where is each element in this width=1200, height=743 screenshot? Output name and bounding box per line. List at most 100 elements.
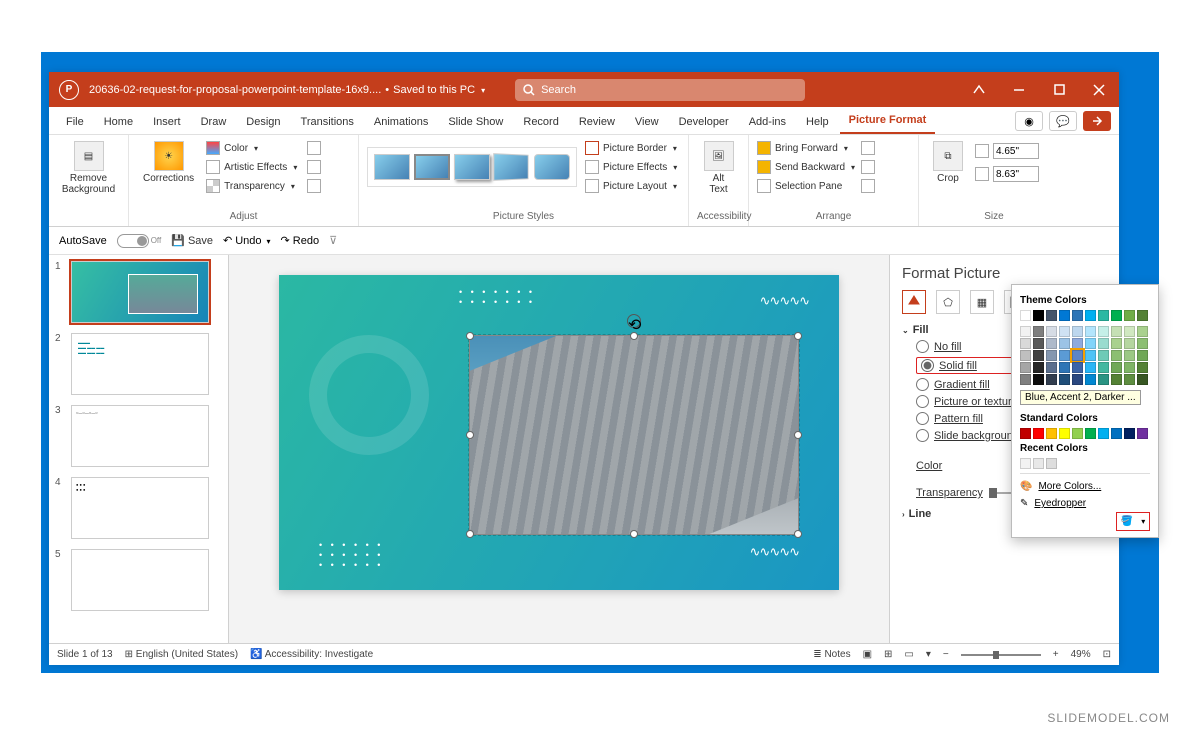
autosave-toggle[interactable]: [117, 234, 149, 248]
transparency-button[interactable]: Transparency: [206, 177, 297, 195]
color-swatch[interactable]: [1059, 326, 1070, 337]
alt-text-button[interactable]: 🖼 Alt Text: [697, 139, 740, 197]
color-swatch[interactable]: [1020, 374, 1031, 385]
color-swatch[interactable]: [1085, 350, 1096, 361]
resize-handle-sw[interactable]: [466, 530, 474, 538]
resize-handle-e[interactable]: [794, 431, 802, 439]
selected-picture[interactable]: ⟲: [469, 335, 799, 535]
color-swatch[interactable]: [1033, 362, 1044, 373]
current-slide[interactable]: • • • • • • •• • • • • • • ∿∿∿∿∿ ∿∿∿∿∿ •…: [279, 275, 839, 590]
color-swatch[interactable]: [1111, 338, 1122, 349]
align-button[interactable]: [861, 139, 875, 157]
color-swatch[interactable]: [1072, 338, 1083, 349]
tab-add-ins[interactable]: Add-ins: [740, 110, 795, 134]
reading-view-button[interactable]: ▭: [904, 649, 913, 660]
fill-line-tab[interactable]: [902, 290, 926, 314]
picture-styles-gallery[interactable]: [367, 147, 577, 187]
tab-home[interactable]: Home: [95, 110, 142, 134]
slide-canvas[interactable]: • • • • • • •• • • • • • • ∿∿∿∿∿ ∿∿∿∿∿ •…: [229, 255, 889, 643]
zoom-level[interactable]: 49%: [1071, 649, 1091, 660]
effects-tab[interactable]: ⬠: [936, 290, 960, 314]
coming-soon-button[interactable]: [959, 72, 999, 107]
more-colors-button[interactable]: 🎨More Colors...: [1020, 478, 1150, 495]
color-swatch[interactable]: [1020, 362, 1031, 373]
color-swatch[interactable]: [1072, 350, 1083, 361]
color-swatch[interactable]: [1137, 362, 1148, 373]
color-swatch[interactable]: [1124, 428, 1135, 439]
color-swatch[interactable]: [1085, 310, 1096, 321]
corrections-button[interactable]: ☀ Corrections: [137, 139, 200, 195]
zoom-slider[interactable]: [961, 654, 1041, 656]
color-swatch[interactable]: [1046, 326, 1057, 337]
color-swatch[interactable]: [1059, 374, 1070, 385]
reset-picture-button[interactable]: [307, 177, 321, 195]
thumb-1[interactable]: [71, 261, 209, 323]
save-button[interactable]: 💾 Save: [171, 234, 213, 247]
picture-effects-button[interactable]: Picture Effects: [585, 158, 677, 176]
tab-slide-show[interactable]: Slide Show: [439, 110, 512, 134]
color-swatch[interactable]: [1020, 458, 1031, 469]
maximize-button[interactable]: [1039, 72, 1079, 107]
color-swatch[interactable]: [1085, 338, 1096, 349]
record-button[interactable]: ◉: [1015, 111, 1043, 131]
zoom-in-button[interactable]: +: [1053, 649, 1059, 660]
color-swatch[interactable]: [1137, 374, 1148, 385]
color-swatch[interactable]: [1033, 350, 1044, 361]
document-title[interactable]: 20636-02-request-for-proposal-powerpoint…: [89, 84, 381, 96]
lang-status[interactable]: ⊞ English (United States): [125, 649, 238, 660]
notes-button[interactable]: ≣ Notes: [813, 649, 850, 660]
color-swatch[interactable]: [1111, 326, 1122, 337]
remove-background-button[interactable]: ▤ Remove Background: [57, 139, 120, 197]
color-swatch[interactable]: [1098, 362, 1109, 373]
color-swatch[interactable]: [1111, 362, 1122, 373]
resize-handle-se[interactable]: [794, 530, 802, 538]
normal-view-button[interactable]: ▣: [863, 649, 872, 660]
color-swatch[interactable]: [1033, 326, 1044, 337]
color-swatch[interactable]: [1020, 338, 1031, 349]
tab-design[interactable]: Design: [237, 110, 289, 134]
resize-handle-n[interactable]: [630, 332, 638, 340]
color-button[interactable]: Color: [206, 139, 297, 157]
slide-counter[interactable]: Slide 1 of 13: [57, 649, 113, 660]
width-input[interactable]: [975, 164, 1039, 184]
color-swatch[interactable]: [1111, 374, 1122, 385]
resize-handle-nw[interactable]: [466, 332, 474, 340]
color-swatch[interactable]: [1033, 458, 1044, 469]
color-swatch[interactable]: [1059, 428, 1070, 439]
color-swatch[interactable]: [1124, 350, 1135, 361]
color-swatch[interactable]: [1033, 310, 1044, 321]
color-swatch[interactable]: [1098, 428, 1109, 439]
tab-draw[interactable]: Draw: [192, 110, 236, 134]
tab-record[interactable]: Record: [514, 110, 567, 134]
tell-me-search[interactable]: Search: [515, 79, 805, 101]
color-swatch[interactable]: [1111, 310, 1122, 321]
thumb-2[interactable]: ▬▬▬▬▬ ▬▬ ▬▬▬▬ ▬▬ ▬▬: [71, 333, 209, 395]
zoom-out-button[interactable]: −: [943, 649, 949, 660]
thumb-5[interactable]: [71, 549, 209, 611]
save-status[interactable]: • Saved to this PC: [385, 84, 485, 96]
color-swatch[interactable]: [1137, 310, 1148, 321]
color-swatch[interactable]: [1033, 428, 1044, 439]
slideshow-button[interactable]: ▾: [926, 649, 931, 660]
resize-handle-w[interactable]: [466, 431, 474, 439]
group-button[interactable]: [861, 158, 875, 176]
height-input[interactable]: [975, 141, 1039, 161]
fill-bucket-button[interactable]: 🪣: [1116, 512, 1150, 531]
color-swatch[interactable]: [1085, 374, 1096, 385]
color-swatch[interactable]: [1046, 338, 1057, 349]
size-properties-tab[interactable]: ▦: [970, 290, 994, 314]
rotate-handle[interactable]: ⟲: [627, 314, 641, 328]
color-swatch[interactable]: [1124, 338, 1135, 349]
color-swatch[interactable]: [1124, 374, 1135, 385]
color-swatch[interactable]: [1124, 326, 1135, 337]
color-swatch[interactable]: [1059, 350, 1070, 361]
tab-help[interactable]: Help: [797, 110, 838, 134]
color-swatch[interactable]: [1020, 326, 1031, 337]
color-swatch[interactable]: [1046, 362, 1057, 373]
send-backward-button[interactable]: Send Backward: [757, 158, 855, 176]
fit-to-window-button[interactable]: ⊡: [1103, 649, 1111, 660]
color-swatch[interactable]: [1098, 326, 1109, 337]
color-swatch[interactable]: [1098, 310, 1109, 321]
close-button[interactable]: [1079, 72, 1119, 107]
picture-border-button[interactable]: Picture Border: [585, 139, 677, 157]
